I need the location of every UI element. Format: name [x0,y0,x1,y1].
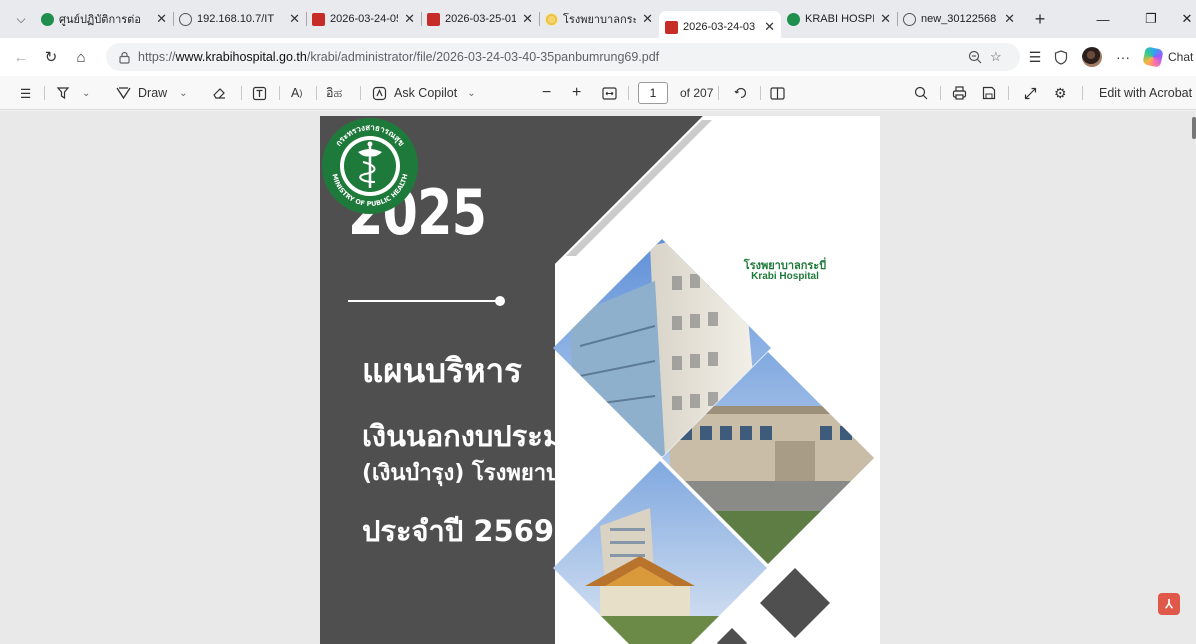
tab-title: 192.168.10.7/IT [197,13,275,25]
pdf-viewer[interactable]: 2025 แผนบริหาร เงินนอกงบประมาณ (เงินบำรุ… [0,111,1196,644]
save-icon[interactable] [982,76,996,110]
tab-title: KRABI HOSPITA [805,13,875,25]
draw-dropdown-chevron-icon[interactable]: ⌄ [179,88,187,99]
find-icon[interactable] [914,76,928,110]
url-prefix: https:// [138,50,176,64]
page-view-icon[interactable] [770,76,785,110]
tab-close-icon[interactable]: ✕ [1004,11,1015,27]
copilot-icon [1142,46,1164,68]
rotate-icon[interactable] [734,76,748,110]
favorite-star-icon[interactable]: ☆ [990,43,1002,71]
green-shield-icon [787,12,800,26]
zoom-icon[interactable] [968,43,982,71]
tab-title: new_30122568 [921,13,997,25]
browser-tab[interactable]: 192.168.10.7/IT ✕ [173,5,306,33]
print-icon[interactable] [952,76,967,110]
pdf-icon [665,20,678,34]
translate-label-2: ಹ [333,85,343,100]
home-button[interactable]: ⌂ [68,44,94,70]
page-current: 1 [649,86,657,100]
read-aloud-icon[interactable]: A) [291,76,302,110]
tab-title: ศูนย์ปฏิบัติการต่อ [59,14,141,26]
cover-title-line3: (เงินบำรุง) โรงพยาบาลกระบี่ [362,461,637,486]
profile-avatar[interactable] [1079,43,1105,71]
tab-close-icon[interactable]: ✕ [764,19,775,35]
eraser-icon[interactable] [212,76,227,110]
draw-icon [116,87,131,100]
fit-to-width-icon[interactable] [602,76,617,110]
avatar [1082,47,1102,67]
back-button[interactable]: ← [8,44,34,70]
browser-tab[interactable]: KRABI HOSPITA ✕ [781,5,897,33]
url-path: /krabi/administrator/file/2026-03-24-03-… [306,50,660,64]
ask-copilot-label: Ask Copilot [394,86,458,100]
highlight-dropdown-chevron-icon[interactable]: ⌄ [82,76,90,110]
favorites-icon[interactable]: ☰ [1022,43,1048,71]
navigation-bar: ← ↻ ⌂ https://www.krabihospital.go.th/kr… [0,38,1196,76]
copilot-label: Chat [1168,50,1194,64]
browser-essentials-icon[interactable] [1048,43,1074,71]
page-total: of 207 [680,86,714,100]
zoom-in-button[interactable]: + [572,76,581,110]
acrobat-icon[interactable]: ⅄ [1158,593,1180,615]
site-info-icon[interactable] [116,49,132,65]
draw-label: Draw [138,86,168,100]
pdf-icon [427,12,440,26]
hospital-name-english: Krabi Hospital [751,271,819,282]
tab-strip: ⌵ ศูนย์ปฏิบัติการต่อ ✕ 192.168.10.7/IT ✕ 202… [0,0,1196,43]
tab-title: 2026-03-24-03 [683,21,756,33]
favicon-image-icon [545,12,558,26]
globe-icon [179,12,192,26]
tab-title: 2026-03-24-05 [330,13,399,25]
copilot-outline-icon [372,86,387,100]
tab-close-icon[interactable]: ✕ [880,11,891,27]
green-shield-icon [41,12,54,26]
ministry-seal-logo: กระทรวงสาธารณสุข MINISTRY OF PUBLIC HEAL… [322,118,418,214]
cover-title-line2: เงินนอกงบประมาณ [362,419,606,453]
table-of-contents-icon[interactable]: ☰ [20,76,31,110]
tab-actions-menu-icon[interactable]: ⌵ [7,5,35,33]
new-tab-button[interactable]: + [1025,5,1055,33]
globe-icon [903,12,916,26]
read-aloud-label: A [291,86,300,100]
page-number-input[interactable]: 1 [638,82,668,104]
pdf-icon [312,12,325,26]
browser-tab[interactable]: new_30122568 ✕ [897,5,1021,33]
more-options-icon[interactable]: ··· [1110,43,1136,71]
tab-title: โรงพยาบาลกระบี่ [563,14,637,26]
copilot-button[interactable]: Chat [1142,43,1196,71]
url-host: www.krabihospital.go.th [175,50,307,64]
fullscreen-icon[interactable] [1024,76,1037,110]
browser-tab[interactable]: โรงพยาบาลกระบี่ ✕ [539,5,659,33]
close-window-button[interactable]: ✕ [1164,0,1196,38]
add-text-icon[interactable] [252,76,267,110]
tab-close-icon[interactable]: ✕ [404,11,415,27]
ask-copilot-button[interactable]: Ask Copilot ⌄ [372,76,476,110]
tab-close-icon[interactable]: ✕ [156,11,167,27]
tab-close-icon[interactable]: ✕ [642,11,653,27]
refresh-button[interactable]: ↻ [38,44,64,70]
pdf-page: 2025 แผนบริหาร เงินนอกงบประมาณ (เงินบำรุ… [320,116,880,644]
zoom-out-button[interactable]: − [542,76,551,110]
draw-button[interactable]: Draw ⌄ [116,76,188,110]
scrollbar-thumb[interactable] [1192,117,1196,139]
highlight-icon[interactable] [56,76,70,110]
edit-with-acrobat-button[interactable]: Edit with Acrobat [1099,76,1192,110]
browser-tab[interactable]: ศูนย์ปฏิบัติการต่อ ✕ [35,5,173,33]
address-bar[interactable]: https://www.krabihospital.go.th/krabi/ad… [106,43,1020,71]
cover-title-line4: ประจำปี 2569 [362,514,555,548]
pdf-toolbar: ☰ ⌄ Draw ⌄ A) อิ ಹ Ask Copilot ⌄ − + 1 of… [0,76,1196,110]
minimize-button[interactable]: — [1080,0,1126,38]
tab-title: 2026-03-25-01 [445,13,517,25]
ask-copilot-chevron-icon[interactable]: ⌄ [467,88,475,99]
cover-title-line1: แผนบริหาร [362,351,522,390]
tab-close-icon[interactable]: ✕ [289,11,300,27]
browser-tab[interactable]: 2026-03-25-01 ✕ [421,5,539,33]
translate-label: อิ [326,86,334,100]
browser-tab[interactable]: 2026-03-24-05 ✕ [306,5,421,33]
settings-gear-icon[interactable]: ⚙ [1054,76,1067,110]
translate-icon[interactable]: อิ ಹ [326,76,342,110]
tab-close-icon[interactable]: ✕ [522,11,533,27]
